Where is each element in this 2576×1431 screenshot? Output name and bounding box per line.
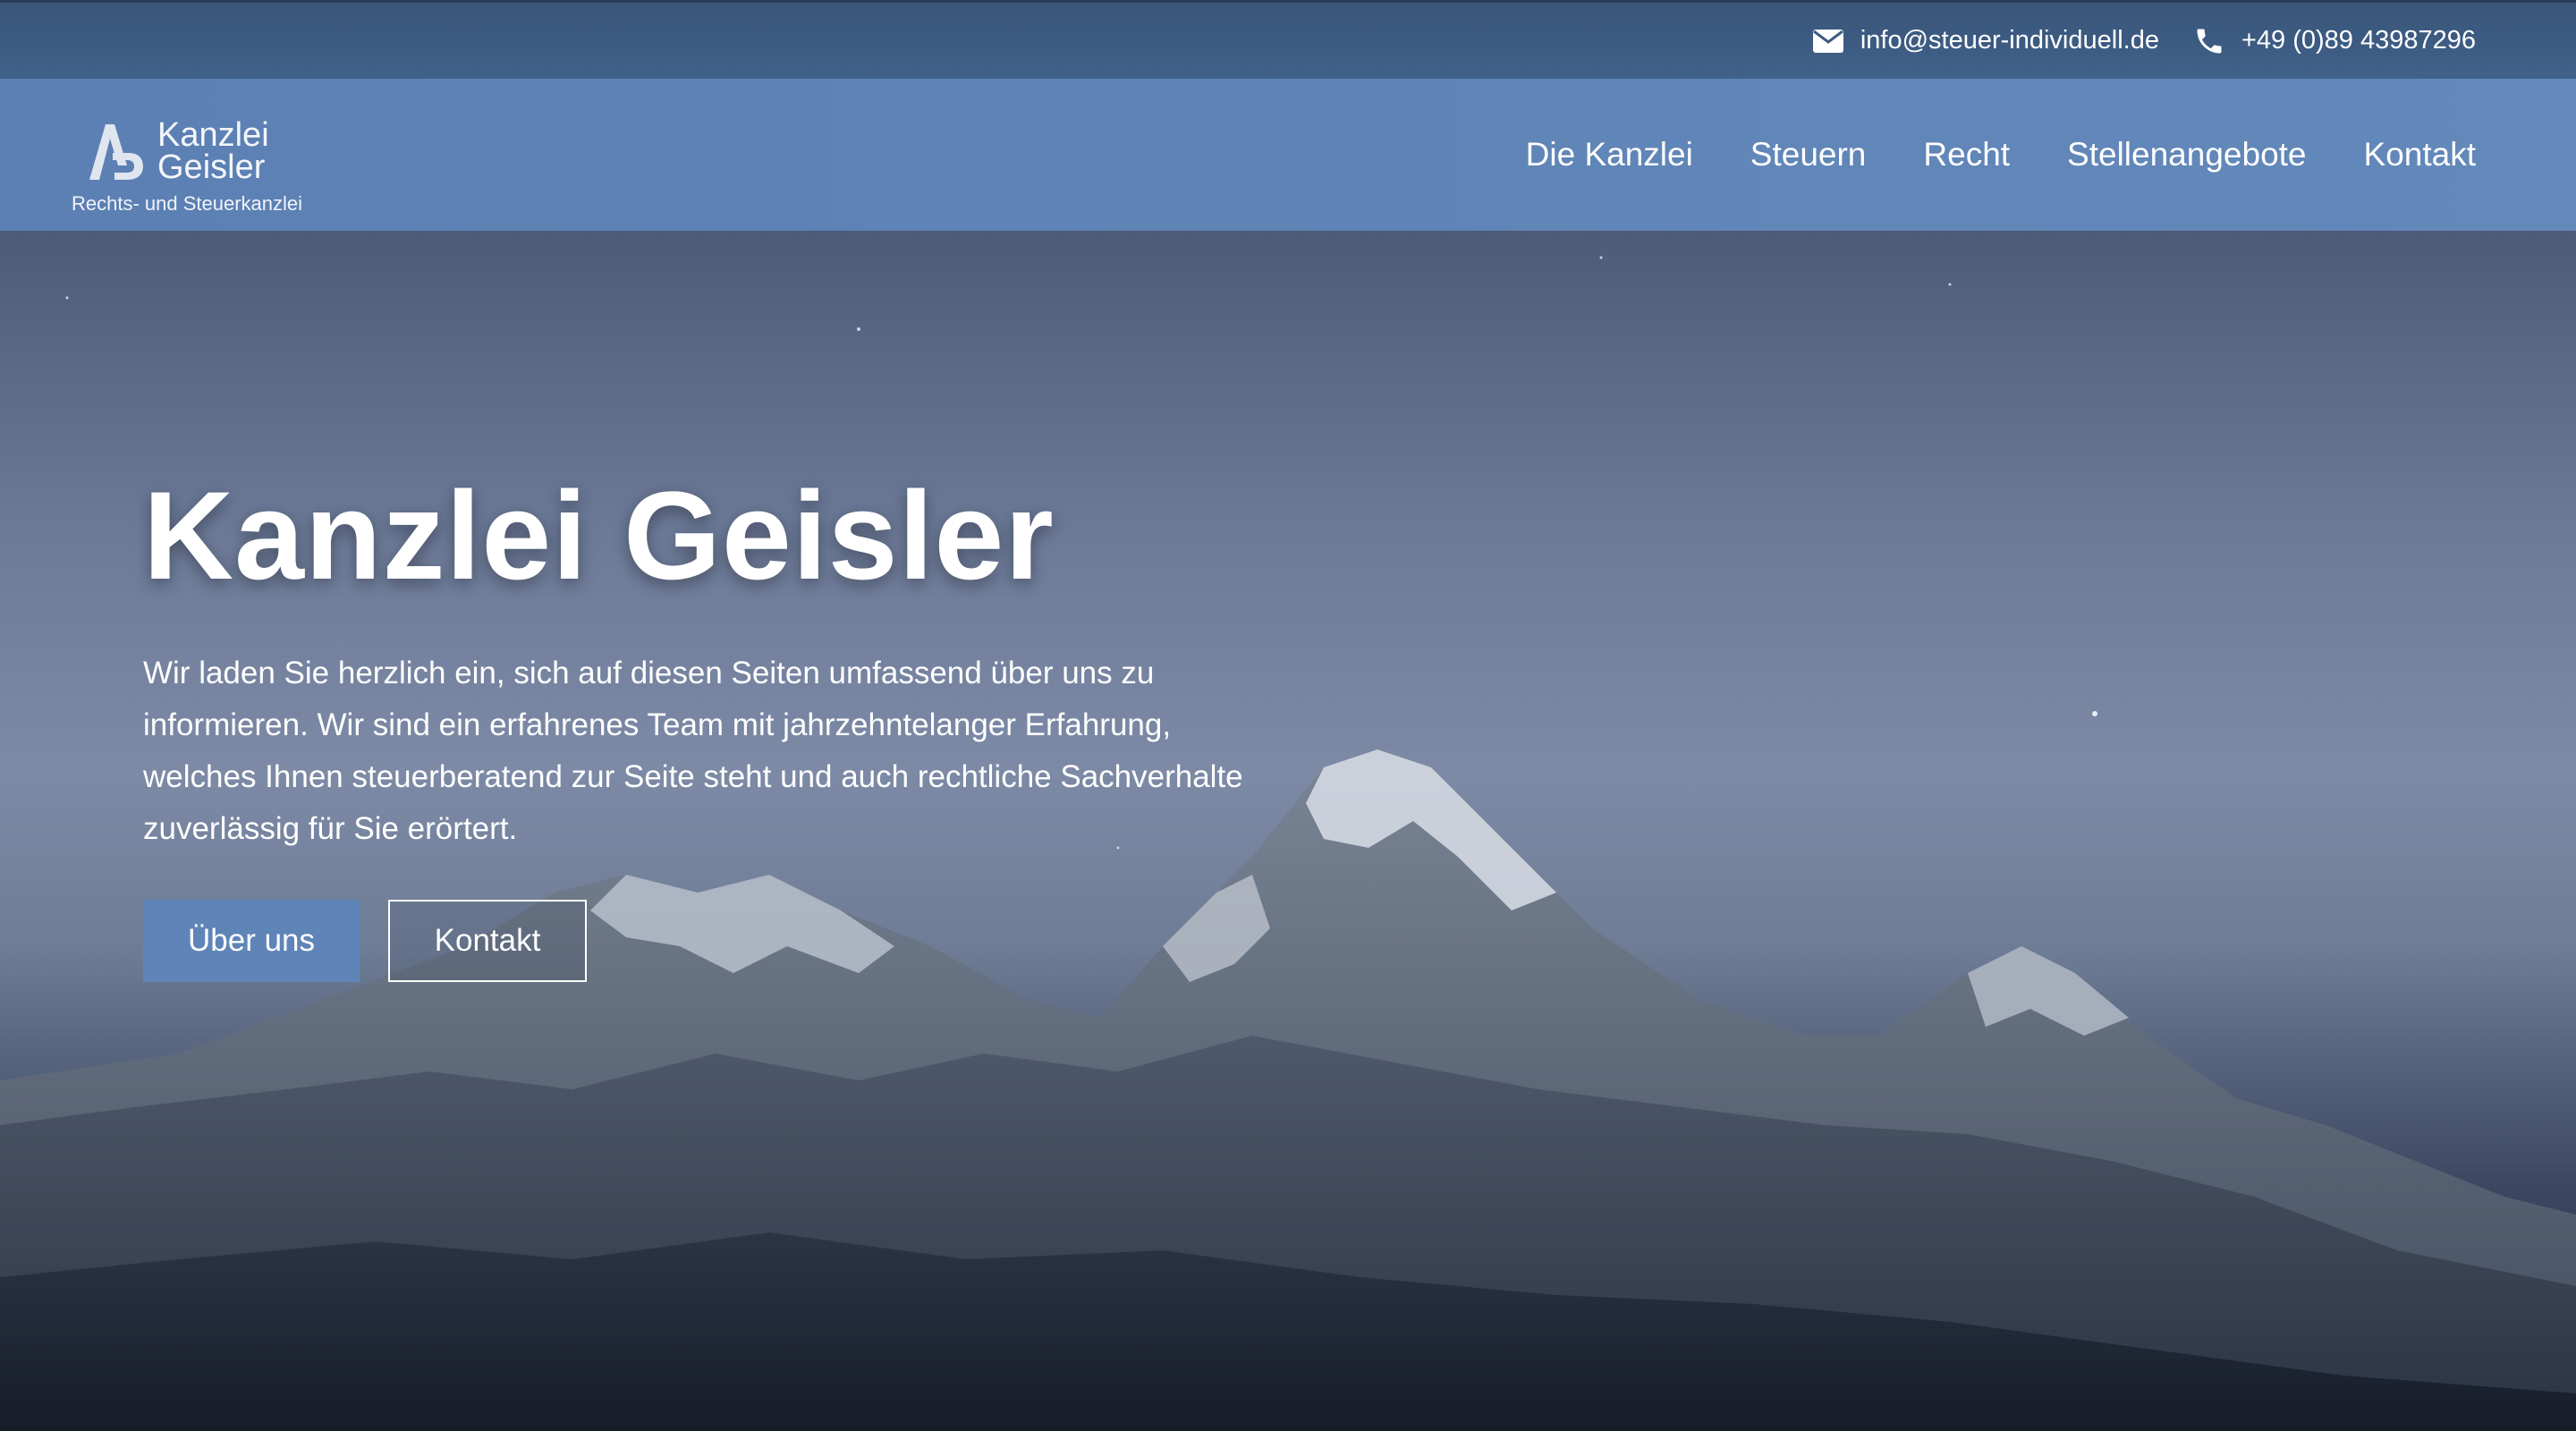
logo-tagline: Rechts- und Steuerkanzlei — [72, 192, 303, 215]
logo-name-line2: Geisler — [157, 148, 266, 186]
nav-item-steuern[interactable]: Steuern — [1750, 136, 1867, 174]
contact-button[interactable]: Kontakt — [388, 900, 587, 982]
logo[interactable]: Kanzlei Geisler Rechts- und Steuerkanzle… — [70, 92, 338, 217]
about-us-button[interactable]: Über uns — [143, 900, 360, 982]
nav-item-stellenangebote[interactable]: Stellenangebote — [2067, 136, 2306, 174]
email-link[interactable]: info@steuer-individuell.de — [1812, 26, 2159, 55]
nav-item-kontakt[interactable]: Kontakt — [2364, 136, 2476, 174]
hero-title: Kanzlei Geisler — [143, 465, 1055, 605]
phone-icon — [2197, 29, 2222, 53]
contact-bar: info@steuer-individuell.de +49 (0)89 439… — [0, 0, 2576, 79]
page: info@steuer-individuell.de +49 (0)89 439… — [0, 0, 2576, 1431]
hero-section: Kanzlei Geisler Wir laden Sie herzlich e… — [0, 231, 2576, 1431]
hero-buttons: Über uns Kontakt — [143, 900, 1395, 982]
hero-description: Wir laden Sie herzlich ein, sich auf die… — [143, 656, 1243, 846]
envelope-icon — [1812, 29, 1843, 53]
main-navbar: Kanzlei Geisler Rechts- und Steuerkanzle… — [0, 79, 2576, 231]
nav-item-recht[interactable]: Recht — [1923, 136, 2010, 174]
logo-name-line1: Kanzlei — [157, 116, 269, 154]
email-text: info@steuer-individuell.de — [1860, 26, 2159, 55]
hero-content: Kanzlei Geisler Wir laden Sie herzlich e… — [143, 463, 1395, 982]
logo-mark-icon — [89, 124, 143, 180]
phone-text: +49 (0)89 43987296 — [2241, 26, 2476, 55]
logo-name: Kanzlei Geisler — [157, 116, 269, 186]
phone-link[interactable]: +49 (0)89 43987296 — [2193, 25, 2476, 57]
main-nav: Die Kanzlei Steuern Recht Stellenangebot… — [1526, 136, 2476, 174]
nav-item-die-kanzlei[interactable]: Die Kanzlei — [1526, 136, 1693, 174]
